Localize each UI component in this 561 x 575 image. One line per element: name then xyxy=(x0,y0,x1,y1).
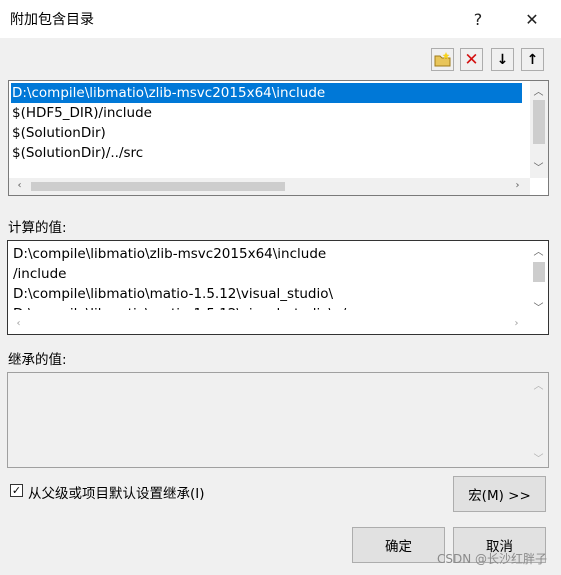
scroll-up-icon[interactable]: ︿ xyxy=(530,83,547,98)
include-directories-list[interactable]: D:\compile\libmatio\zlib-msvc2015x64\inc… xyxy=(8,80,549,196)
checkmark-icon: ✓ xyxy=(11,484,22,497)
macros-button[interactable]: 宏(M) >> xyxy=(453,476,546,512)
computed-values-label: 计算的值: xyxy=(8,220,67,236)
arrow-down-icon: ↓ xyxy=(496,51,509,68)
watermark: CSDN @长沙红胖子 xyxy=(436,552,547,566)
new-line-icon xyxy=(434,52,451,67)
inherit-checkbox-label[interactable]: 从父级或项目默认设置继承(I) xyxy=(28,482,205,502)
vertical-scrollbar[interactable]: ︿ ﹀ xyxy=(530,81,548,178)
scrollbar-thumb[interactable] xyxy=(31,182,285,191)
list-item[interactable]: $(HDF5_DIR)/include xyxy=(11,103,152,123)
scroll-right-icon[interactable]: › xyxy=(508,318,525,329)
scroll-down-icon[interactable]: ﹀ xyxy=(530,299,547,314)
scroll-right-icon[interactable]: › xyxy=(509,180,526,191)
ok-button[interactable]: 确定 xyxy=(352,527,445,563)
list-item[interactable]: D:\compile\libmatio\zlib-msvc2015x64\inc… xyxy=(11,83,522,103)
scrollbar-thumb[interactable] xyxy=(533,100,545,144)
scrollbar-thumb[interactable] xyxy=(533,262,545,282)
window-title: 附加包含目录 xyxy=(10,12,94,28)
scroll-down-icon[interactable]: ﹀ xyxy=(530,159,547,174)
delete-button[interactable]: ✕ xyxy=(460,48,483,71)
inherited-values-box: ︿ ﹀ xyxy=(7,372,549,468)
new-line-button[interactable] xyxy=(431,48,454,71)
list-item[interactable]: $(SolutionDir)/../src xyxy=(11,143,143,163)
move-up-button[interactable]: ↑ xyxy=(521,48,544,71)
delete-icon: ✕ xyxy=(464,49,479,70)
scroll-left-icon[interactable]: ‹ xyxy=(10,318,27,329)
inherited-values-label: 继承的值: xyxy=(8,352,67,368)
scroll-up-icon[interactable]: ︿ xyxy=(530,243,547,258)
computed-values-box[interactable]: D:\compile\libmatio\zlib-msvc2015x64\inc… xyxy=(7,240,549,335)
scroll-down-icon: ﹀ xyxy=(533,454,544,465)
scroll-up-icon: ︿ xyxy=(533,381,544,392)
horizontal-scrollbar[interactable]: ‹ › xyxy=(8,316,530,333)
arrow-up-icon: ↑ xyxy=(526,51,539,68)
close-button[interactable]: ✕ xyxy=(508,0,556,38)
scroll-left-icon[interactable]: ‹ xyxy=(11,180,28,191)
computed-line: D:\compile\libmatio\zlib-msvc2015x64\inc… xyxy=(13,246,327,262)
computed-line: /include xyxy=(13,266,67,282)
help-button[interactable]: ? xyxy=(454,0,502,38)
list-item[interactable]: $(SolutionDir) xyxy=(11,123,106,143)
inherit-checkbox[interactable]: ✓ xyxy=(10,484,23,497)
vertical-scrollbar: ︿ ﹀ xyxy=(530,373,548,467)
horizontal-scrollbar[interactable]: ‹ › xyxy=(9,178,530,195)
vertical-scrollbar[interactable]: ︿ ﹀ xyxy=(530,241,548,316)
move-down-button[interactable]: ↓ xyxy=(491,48,514,71)
computed-line: D:\compile\libmatio\matio-1.5.12\visual_… xyxy=(13,286,334,302)
